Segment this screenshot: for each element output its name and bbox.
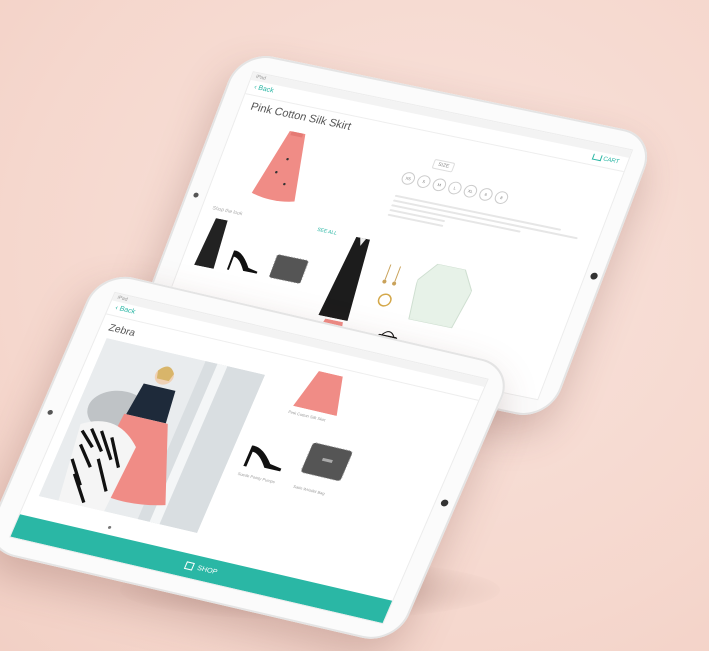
cart-button[interactable]: CART (591, 153, 620, 166)
cart-icon (591, 153, 603, 162)
size-option[interactable]: L (446, 180, 464, 196)
bag-caption: Satin Wristlet Bag (292, 483, 326, 496)
cart-label: CART (601, 156, 620, 166)
clutch-thumbnail[interactable] (267, 251, 311, 286)
skirt-image[interactable] (248, 126, 321, 206)
product-description (386, 192, 580, 257)
shop-button-label: SHOP (196, 564, 219, 576)
size-option[interactable]: 8 (492, 190, 511, 206)
back-button[interactable]: ‹ Back (253, 84, 275, 95)
bag-icon (183, 561, 196, 571)
camera-lens-icon (46, 409, 54, 416)
pumps-product-thumbnail[interactable] (241, 439, 292, 474)
size-option[interactable]: XS (399, 170, 417, 186)
clutch-product-thumbnail[interactable] (298, 439, 355, 484)
back-button[interactable]: ‹ Back (114, 305, 136, 316)
size-option[interactable]: 6 (477, 186, 495, 202)
size-option[interactable]: S (415, 174, 433, 190)
bracelet-image[interactable] (374, 291, 395, 309)
scene: iPad ‹ Back CART Pink Cotton Silk Skirt … (0, 0, 709, 651)
skirt-product-thumbnail[interactable] (293, 369, 353, 417)
pumps-thumbnail[interactable] (225, 244, 267, 276)
pager-dot-icon[interactable] (107, 525, 112, 530)
shop-the-look-label: Shop the look (211, 205, 244, 218)
home-button-icon[interactable] (589, 272, 599, 281)
camera-lens-icon (192, 192, 200, 198)
look-photo[interactable] (38, 338, 266, 533)
coat-image[interactable] (318, 235, 377, 322)
look-title: Zebra (106, 322, 137, 339)
blouse-image[interactable] (403, 261, 479, 329)
size-option[interactable]: XL (461, 183, 480, 199)
pumps-caption: Suede Pointy Pumps (236, 471, 276, 485)
size-option[interactable]: M (430, 177, 449, 193)
see-all-link[interactable]: SEE ALL (316, 227, 338, 237)
size-selector-label[interactable]: SIZE (431, 158, 456, 173)
home-button-icon[interactable] (439, 498, 450, 508)
earrings-image[interactable] (377, 263, 407, 290)
